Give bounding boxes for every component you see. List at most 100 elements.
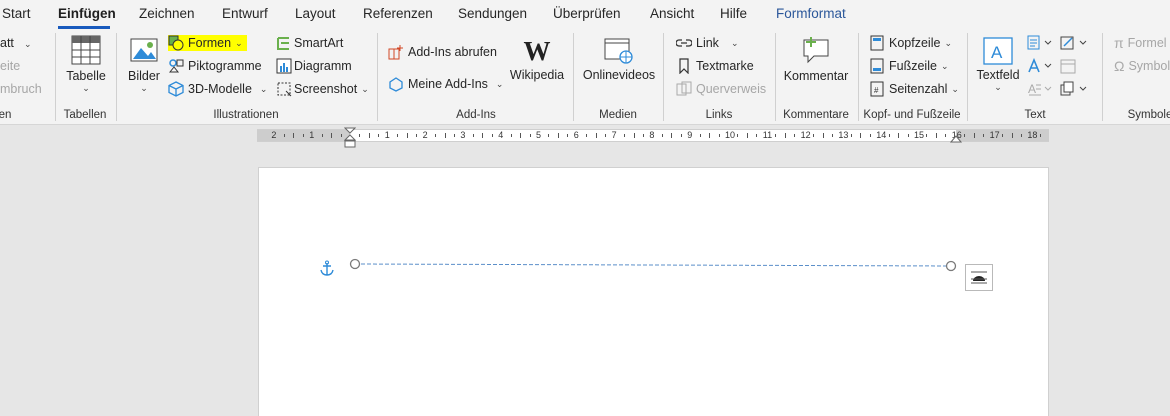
chevron-down-icon: ⌄ xyxy=(944,37,952,48)
pi-icon: π xyxy=(1114,35,1124,51)
group-separator xyxy=(573,33,574,121)
smartart-button[interactable]: SmartArt xyxy=(276,35,343,51)
horizontal-ruler[interactable]: 2 1 1 2 3 4 5 6 7 8 9 10 11 12 13 14 15 16 17 18 xyxy=(257,127,1049,148)
quick-parts-icon[interactable] xyxy=(1027,35,1057,54)
link-button[interactable]: Link ⌄ xyxy=(676,35,738,51)
icons-button[interactable]: Piktogramme xyxy=(168,58,262,74)
shapes-button[interactable]: Formen ⌄ xyxy=(168,35,247,51)
tab-einfuegen[interactable]: Einfügen xyxy=(58,6,116,21)
object-icon[interactable] xyxy=(1060,81,1090,100)
ruler-tick xyxy=(642,134,644,137)
screenshot-button[interactable]: Screenshot ⌄ xyxy=(276,81,369,97)
store-icon xyxy=(388,45,403,60)
group-separator xyxy=(858,33,859,121)
ruler-tick xyxy=(907,134,909,137)
footer-button[interactable]: Fußzeile ⌄ xyxy=(869,58,948,74)
online-videos-button[interactable]: Onlinevideos xyxy=(583,37,655,82)
tab-entwurf[interactable]: Entwurf xyxy=(222,6,268,21)
document-page[interactable] xyxy=(258,167,1049,416)
3d-models-label: 3D-Modelle xyxy=(188,82,252,96)
ruler-tick xyxy=(661,134,663,137)
ruler-number: 13 xyxy=(838,130,849,140)
ruler-tick xyxy=(529,134,531,137)
page-number-button[interactable]: # Seitenzahl ⌄ xyxy=(869,81,959,97)
equation-button: π Formel xyxy=(1114,35,1167,51)
tab-layout[interactable]: Layout xyxy=(295,6,336,21)
symbol-button: Ω Symbol xyxy=(1114,58,1170,74)
ruler-tick xyxy=(416,134,418,137)
anchor-icon xyxy=(320,260,334,276)
cube-icon xyxy=(168,81,184,97)
3d-models-button[interactable]: 3D-Modelle ⌄ xyxy=(168,81,267,97)
chevron-down-icon: ⌄ xyxy=(361,83,369,94)
ruler-tick xyxy=(898,133,900,138)
chevron-down-icon: ⌄ xyxy=(235,37,243,48)
ruler-tick xyxy=(302,134,304,137)
header-icon xyxy=(870,35,884,51)
ruler-tick xyxy=(368,133,370,138)
ruler-tick xyxy=(321,134,323,137)
layout-options-button[interactable] xyxy=(965,264,993,291)
tab-start[interactable]: Start xyxy=(2,6,31,21)
cross-reference-label: Querverweis xyxy=(696,82,767,96)
tab-formformat[interactable]: Formformat xyxy=(776,6,846,21)
ruler-tick xyxy=(406,133,408,138)
ruler-number: 10 xyxy=(725,130,736,140)
table-button-label: Tabelle xyxy=(66,69,106,83)
ruler-tick xyxy=(1011,133,1013,138)
ruler-tick xyxy=(283,134,285,137)
smartart-label: SmartArt xyxy=(294,36,344,50)
ruler-tick xyxy=(680,134,682,137)
line-shape[interactable] xyxy=(347,257,959,273)
table-button[interactable]: Tabelle ⌄ xyxy=(66,35,106,94)
tab-zeichnen[interactable]: Zeichnen xyxy=(139,6,195,21)
ruler-number: 11 xyxy=(762,130,773,140)
tab-hilfe[interactable]: Hilfe xyxy=(720,6,747,21)
line-start-handle[interactable] xyxy=(349,258,361,270)
group-separator xyxy=(377,33,378,121)
ruler-tick xyxy=(435,134,437,137)
pictures-button[interactable]: Bilder ⌄ xyxy=(126,38,162,94)
ruler-tick xyxy=(482,133,484,138)
ruler-tick xyxy=(633,133,635,138)
bookmark-button[interactable]: Textmarke xyxy=(676,58,754,74)
omega-icon: Ω xyxy=(1114,58,1125,74)
indent-marker-icon[interactable] xyxy=(344,127,356,151)
group-separator xyxy=(116,33,117,121)
link-icon xyxy=(676,39,692,47)
my-addins-button[interactable]: Meine Add-Ins ⌄ xyxy=(388,76,503,92)
table-icon xyxy=(71,35,101,65)
tab-ueberpruefen[interactable]: Überprüfen xyxy=(553,6,621,21)
comment-button[interactable]: Kommentar xyxy=(782,35,850,83)
icons-label: Piktogramme xyxy=(188,59,262,73)
signature-line-icon[interactable] xyxy=(1060,35,1090,54)
ruler-tick xyxy=(945,134,947,137)
get-addins-button[interactable]: Add-Ins abrufen xyxy=(388,44,497,60)
textbox-label: Textfeld xyxy=(976,68,1020,82)
symbol-label: Symbol xyxy=(1128,59,1170,73)
tab-ansicht[interactable]: Ansicht xyxy=(650,6,694,21)
get-addins-label: Add-Ins abrufen xyxy=(408,45,497,59)
tab-sendungen[interactable]: Sendungen xyxy=(458,6,527,21)
ruler-number: 7 xyxy=(611,130,617,140)
line-end-handle[interactable] xyxy=(945,260,957,272)
textbox-icon: A xyxy=(983,37,1013,65)
partial-left-item-1[interactable]: att xyxy=(0,36,14,50)
wordart-icon[interactable] xyxy=(1027,57,1057,77)
ruler-number: 2 xyxy=(422,130,428,140)
group-label-medien: Medien xyxy=(599,109,637,121)
ruler-tick xyxy=(567,134,569,137)
chart-button[interactable]: Diagramm xyxy=(276,58,352,74)
ruler-tick xyxy=(1020,134,1022,137)
textbox-button[interactable]: A Textfeld ⌄ xyxy=(975,37,1021,93)
wikipedia-button[interactable]: W Wikipedia xyxy=(507,37,567,82)
group-label-symbole: Symbole xyxy=(1127,109,1170,121)
header-button[interactable]: Kopfzeile ⌄ xyxy=(869,35,952,51)
ruler-number: 12 xyxy=(800,130,811,140)
ruler-number: 6 xyxy=(573,130,579,140)
right-indent-marker-icon[interactable] xyxy=(950,133,962,143)
tab-referenzen[interactable]: Referenzen xyxy=(363,6,433,21)
ruler-tick xyxy=(756,134,758,137)
ruler-tick xyxy=(1039,134,1041,137)
ruler-tick xyxy=(671,133,673,138)
